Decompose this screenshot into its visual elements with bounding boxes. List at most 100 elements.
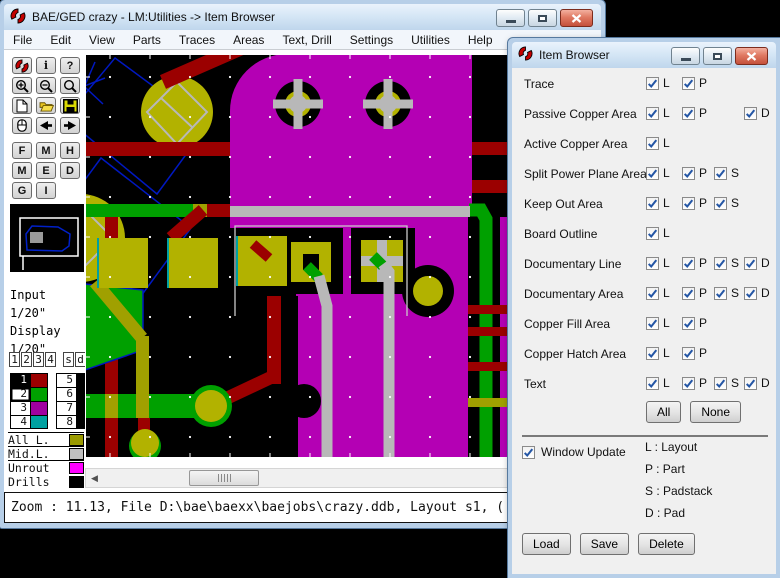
layer-list-item-mid-l[interactable]: Mid.L. [8, 447, 84, 461]
window-update-checkbox[interactable] [522, 446, 535, 459]
g-button[interactable]: G [12, 182, 32, 199]
pcb-canvas[interactable] [85, 54, 513, 458]
passive-copper-area-p-checkbox[interactable] [682, 107, 695, 120]
scroll-left-arrow-icon[interactable]: ◀ [86, 469, 103, 487]
keep-out-area-s-checkbox[interactable] [714, 197, 727, 210]
load-button[interactable]: Load [522, 533, 571, 555]
overview-viewport[interactable] [30, 232, 43, 243]
copper-fill-area-l-checkbox[interactable] [646, 317, 659, 330]
trace-l-checkbox[interactable] [646, 77, 659, 90]
info-button[interactable]: i [36, 57, 56, 74]
menu-item-file[interactable]: File [4, 31, 41, 49]
layer-button-3[interactable]: 3 [33, 352, 44, 367]
layer-list-swatch[interactable] [69, 462, 84, 474]
scrollbar-thumb[interactable] [189, 470, 259, 486]
dialog-minimize-button[interactable] [671, 47, 700, 65]
minimize-button[interactable] [496, 9, 525, 27]
palette-number-8[interactable]: 8 [56, 415, 77, 429]
keep-out-area-l-checkbox[interactable] [646, 197, 659, 210]
text-p-checkbox[interactable] [682, 377, 695, 390]
menu-item-settings[interactable]: Settings [341, 31, 402, 49]
split-power-plane-area-p-checkbox[interactable] [682, 167, 695, 180]
e-button[interactable]: E [36, 162, 56, 179]
prev-button[interactable] [36, 117, 56, 134]
bae-logo-button[interactable] [12, 57, 32, 74]
dialog-titlebar[interactable]: Item Browser [512, 42, 776, 68]
next-button[interactable] [60, 117, 80, 134]
palette-number-1[interactable]: 1 [10, 373, 31, 387]
palette-swatch-4[interactable] [31, 415, 48, 429]
zoom-out-button[interactable] [36, 77, 56, 94]
i-button[interactable]: I [36, 182, 56, 199]
menu-item-parts[interactable]: Parts [124, 31, 170, 49]
passive-copper-area-l-checkbox[interactable] [646, 107, 659, 120]
close-button[interactable] [560, 9, 593, 27]
documentary-line-s-checkbox[interactable] [714, 257, 727, 270]
palette-swatch-1[interactable] [31, 373, 48, 387]
board-overview-panel[interactable] [10, 204, 84, 272]
save-button[interactable]: Save [580, 533, 629, 555]
documentary-area-s-checkbox[interactable] [714, 287, 727, 300]
active-copper-area-l-checkbox[interactable] [646, 137, 659, 150]
split-power-plane-area-l-checkbox[interactable] [646, 167, 659, 180]
documentary-area-d-checkbox[interactable] [744, 287, 757, 300]
board-outline-l-checkbox[interactable] [646, 227, 659, 240]
palette-swatch-3[interactable] [31, 401, 48, 415]
menu-item-help[interactable]: Help [459, 31, 502, 49]
trace-p-checkbox[interactable] [682, 77, 695, 90]
save-button[interactable] [60, 97, 80, 114]
documentary-line-d-checkbox[interactable] [744, 257, 757, 270]
palette-number-7[interactable]: 7 [56, 401, 77, 415]
text-s-checkbox[interactable] [714, 377, 727, 390]
palette-number-3[interactable]: 3 [10, 401, 31, 415]
h-button[interactable]: H [60, 142, 80, 159]
help-button[interactable]: ? [60, 57, 80, 74]
passive-copper-area-d-checkbox[interactable] [744, 107, 757, 120]
palette-number-5[interactable]: 5 [56, 373, 77, 387]
documentary-area-l-checkbox[interactable] [646, 287, 659, 300]
none-button[interactable]: None [690, 401, 741, 423]
documentary-area-p-checkbox[interactable] [682, 287, 695, 300]
zoom-in-button[interactable] [12, 77, 32, 94]
menu-item-view[interactable]: View [80, 31, 124, 49]
text-d-checkbox[interactable] [744, 377, 757, 390]
dialog-close-button[interactable] [735, 47, 768, 65]
palette-swatch-2[interactable] [31, 387, 48, 401]
zoom-window-button[interactable] [60, 77, 80, 94]
layer-button-1[interactable]: 1 [9, 352, 20, 367]
open-file-button[interactable] [36, 97, 56, 114]
palette-number-2[interactable]: 2 [10, 387, 31, 401]
keep-out-area-p-checkbox[interactable] [682, 197, 695, 210]
copper-fill-area-p-checkbox[interactable] [682, 317, 695, 330]
layer-list-swatch[interactable] [69, 448, 84, 460]
m2-button[interactable]: M [12, 162, 32, 179]
copper-hatch-area-l-checkbox[interactable] [646, 347, 659, 360]
layer-button-4[interactable]: 4 [45, 352, 56, 367]
text-l-checkbox[interactable] [646, 377, 659, 390]
layer-list-swatch[interactable] [69, 434, 84, 446]
layer-list-swatch[interactable] [69, 476, 84, 488]
maximize-button[interactable] [528, 9, 557, 27]
menu-item-areas[interactable]: Areas [224, 31, 273, 49]
m-button[interactable]: M [36, 142, 56, 159]
d-button[interactable]: D [60, 162, 80, 179]
layer-button-s[interactable]: s [63, 352, 74, 367]
copper-hatch-area-p-checkbox[interactable] [682, 347, 695, 360]
palette-number-4[interactable]: 4 [10, 415, 31, 429]
delete-button[interactable]: Delete [638, 533, 695, 555]
layer-button-2[interactable]: 2 [21, 352, 32, 367]
layer-list-item-all-l[interactable]: All L. [8, 433, 84, 447]
menu-item-traces[interactable]: Traces [170, 31, 224, 49]
documentary-line-p-checkbox[interactable] [682, 257, 695, 270]
all-button[interactable]: All [646, 401, 681, 423]
menu-item-utilities[interactable]: Utilities [402, 31, 459, 49]
f-button[interactable]: F [12, 142, 32, 159]
menu-item-edit[interactable]: Edit [41, 31, 80, 49]
split-power-plane-area-s-checkbox[interactable] [714, 167, 727, 180]
layer-list-item-drills[interactable]: Drills [8, 475, 84, 489]
new-file-button[interactable] [12, 97, 32, 114]
dialog-maximize-button[interactable] [703, 47, 732, 65]
menu-item-text-drill[interactable]: Text, Drill [273, 31, 340, 49]
main-titlebar[interactable]: BAE/GED crazy - LM:Utilities -> Item Bro… [4, 4, 601, 30]
documentary-line-l-checkbox[interactable] [646, 257, 659, 270]
